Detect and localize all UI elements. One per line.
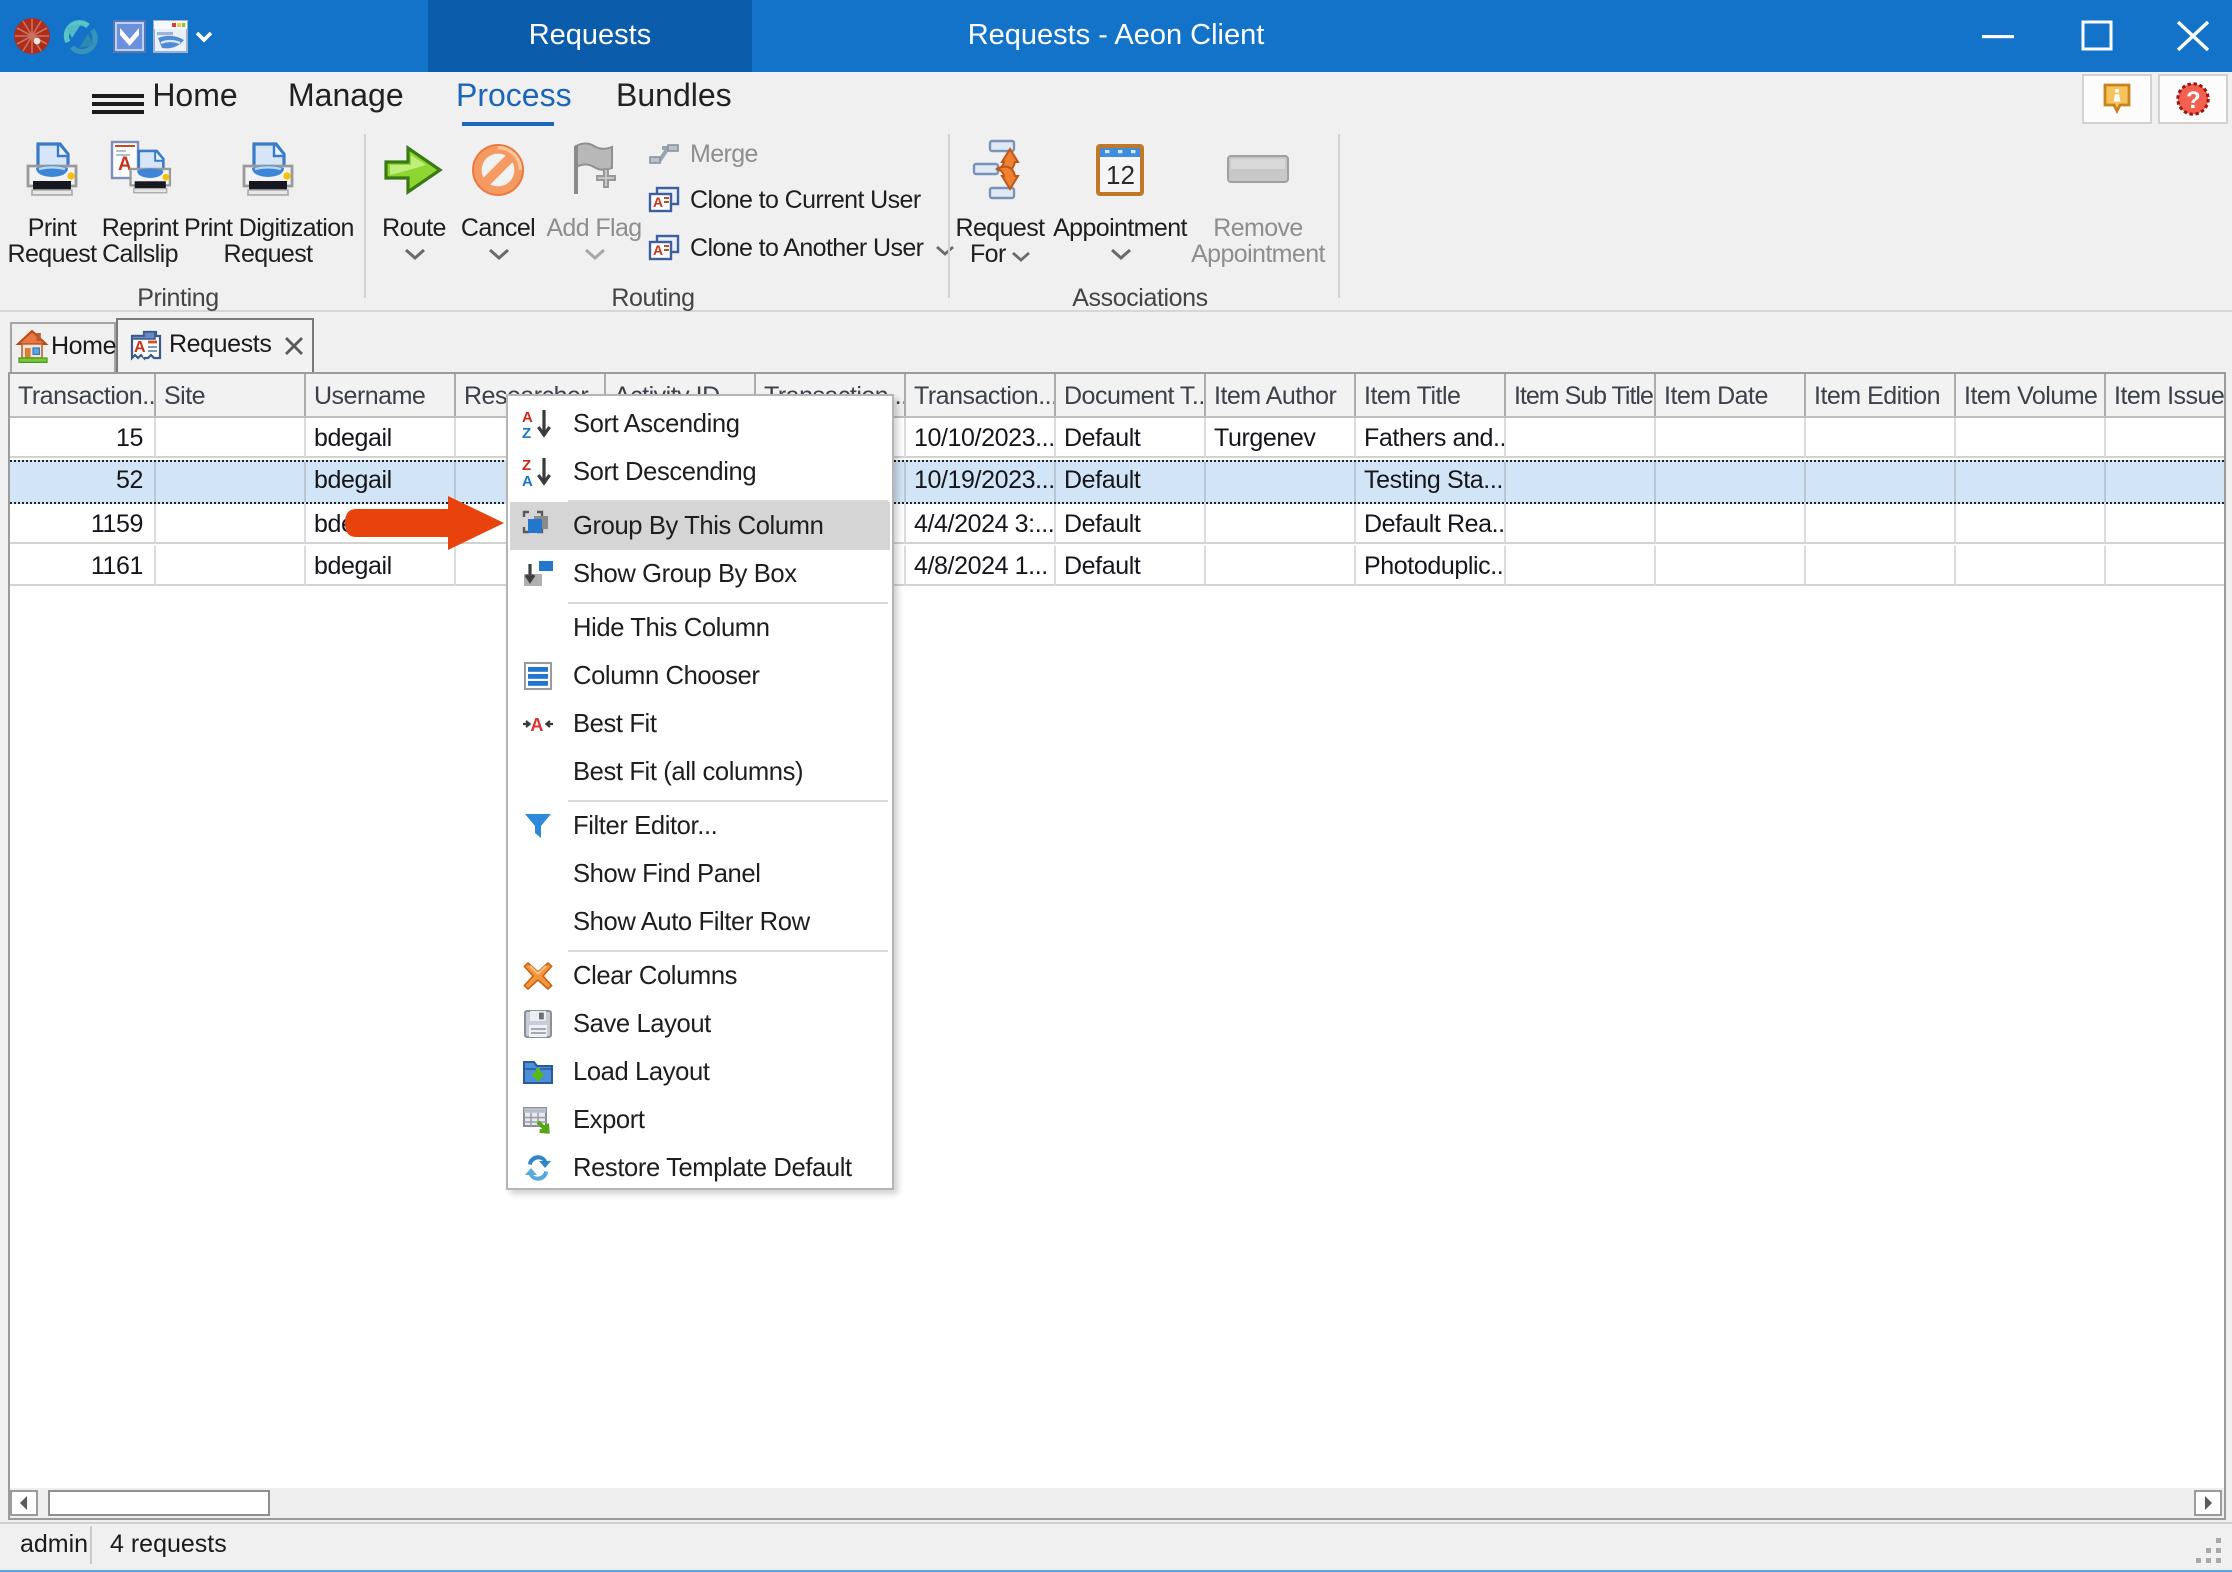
svg-text:A: A [653,193,663,209]
svg-text:A: A [521,409,532,426]
svg-text:Z: Z [521,425,530,440]
svg-text:A: A [521,473,532,488]
svg-text:A: A [529,715,542,735]
svg-text:?: ? [2185,87,2200,114]
svg-text:12: 12 [1106,160,1135,190]
svg-text:A: A [653,241,663,257]
svg-text:Z: Z [521,457,530,474]
svg-text:A: A [133,339,145,356]
